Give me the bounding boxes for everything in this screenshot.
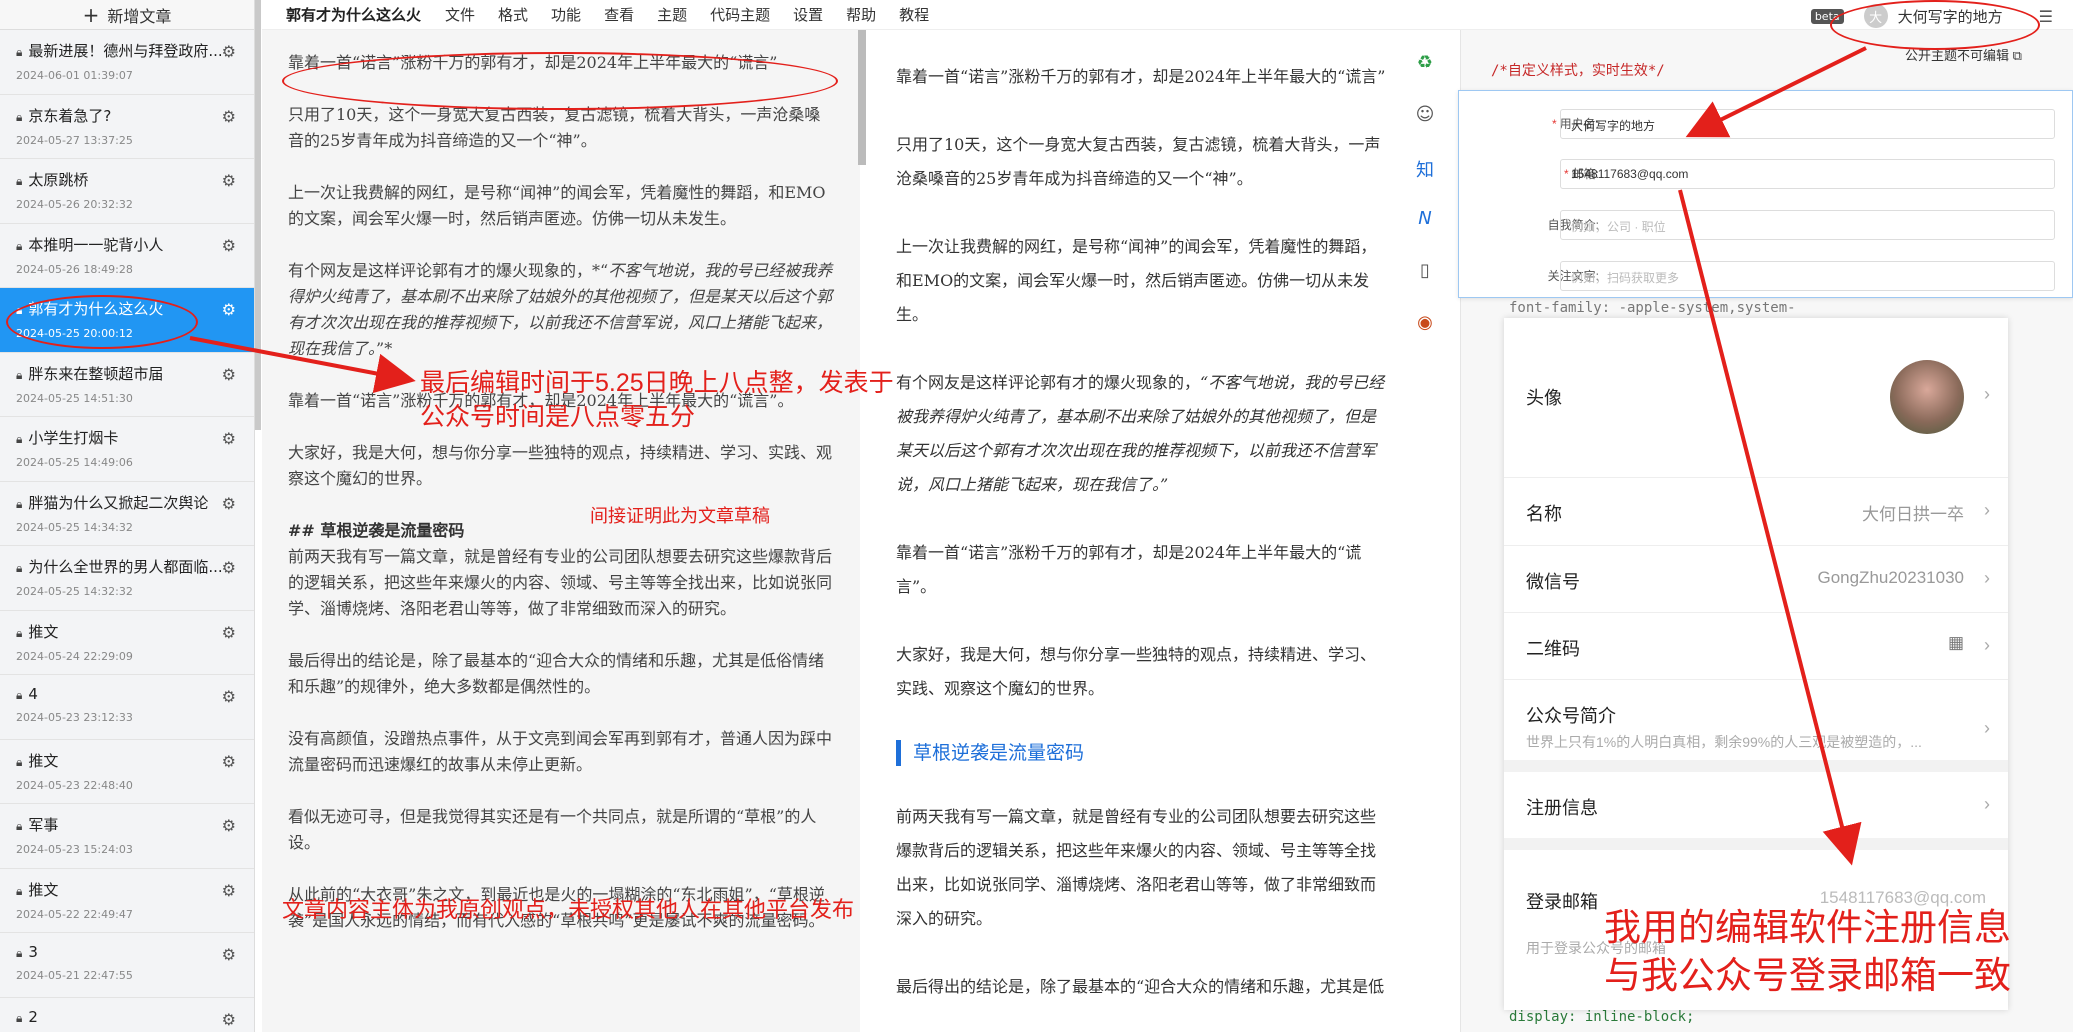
annotation-arrow xyxy=(1678,189,1862,866)
annotation-text: 我用的编辑软件注册信息 xyxy=(1604,907,2011,948)
annotation-text: 公众号时间是八点零五分 xyxy=(420,403,696,431)
annotation-arrow xyxy=(189,336,416,394)
annotation-arrow xyxy=(1685,46,1867,138)
annotation-edit-time: 最后编辑时间于5.25日晚上八点整，发表于 公众号时间是八点零五分 xyxy=(420,366,894,434)
annotation-arrows xyxy=(189,46,1867,866)
annotation-draft-proof: 间接证明此为文章草稿 xyxy=(590,506,770,526)
annotation-text: 最后编辑时间于5.25日晚上八点整，发表于 xyxy=(420,369,894,397)
annotation-text: 与我公众号登录邮箱一致 xyxy=(1604,955,2011,996)
annotation-original-content: 文章内容主体为我原创观点，未授权其他人在其他平台发布 xyxy=(282,897,855,922)
annotation-email-match: 我用的编辑软件注册信息 与我公众号登录邮箱一致 xyxy=(1604,904,2011,1000)
